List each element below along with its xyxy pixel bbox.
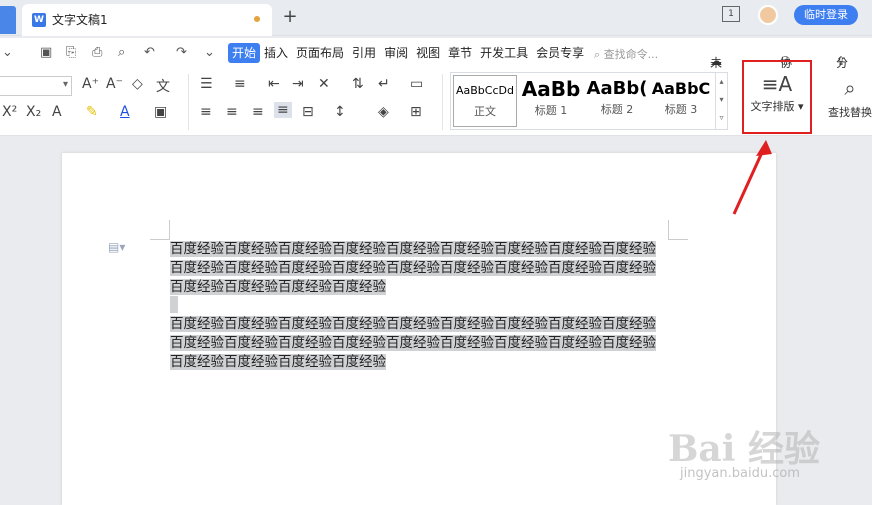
styles-scroll[interactable]: ▴ ▾ ▿ xyxy=(715,73,727,129)
save-icon[interactable]: ▣ xyxy=(40,45,52,60)
tab-bar: W 文字文稿1 + 1 临时登录 xyxy=(0,0,872,36)
tab-page-layout[interactable]: 页面布局 xyxy=(292,43,348,63)
chinese-layout-icon[interactable]: ✕ xyxy=(318,76,330,92)
print-icon[interactable]: ⎙ xyxy=(92,45,102,60)
style-label: 标题 2 xyxy=(600,103,634,116)
selected-text: 百度经验百度经验百度经验百度经验百度经验百度经验百度经验百度经验百度经验百度经验… xyxy=(170,241,656,295)
distribute-icon[interactable]: ⊟ xyxy=(302,104,314,120)
writer-doc-icon: W xyxy=(32,13,46,27)
style-heading-1[interactable]: AaBb 标题 1 xyxy=(519,75,583,127)
tab-references[interactable]: 引用 xyxy=(348,43,380,63)
command-search[interactable]: ⌕ 查找命令... xyxy=(594,46,658,62)
bullet-list-icon[interactable]: ☰ xyxy=(200,76,213,92)
justify-icon[interactable]: ≡ xyxy=(274,102,292,118)
tab-review[interactable]: 审阅 xyxy=(380,43,412,63)
line-spacing-icon[interactable]: ↕ xyxy=(334,104,346,120)
highlight-icon[interactable]: ✎ xyxy=(86,104,98,120)
tab-view[interactable]: 视图 xyxy=(412,43,444,63)
align-left-icon[interactable]: ≡ xyxy=(200,104,212,120)
export-icon[interactable]: ⎘ xyxy=(66,45,76,60)
style-label: 标题 1 xyxy=(534,104,568,117)
find-replace-button[interactable]: ⌕ 查找替换 xyxy=(820,76,872,120)
dropdown-chevron-icon[interactable]: ⌄ xyxy=(2,45,13,60)
shading-icon[interactable]: ◈ xyxy=(378,104,389,120)
margin-corner-mark xyxy=(169,220,170,240)
new-tab-button[interactable]: + xyxy=(280,6,300,27)
ribbon-toolbar: A⁺ A⁻ ◇ 文 X² X₂ A ✎ A ▣ ☰ ≡ ⇤ ⇥ ✕ ⇅ ↵ ▭ … xyxy=(0,60,872,136)
undo-icon[interactable]: ↶ xyxy=(144,45,155,60)
magnifier-icon: ⌕ xyxy=(844,76,856,100)
ribbon-divider xyxy=(442,74,443,130)
tab-home[interactable]: 开始 xyxy=(228,43,261,63)
style-sample: AaBb xyxy=(521,77,581,101)
style-heading-2[interactable]: AaBb( 标题 2 xyxy=(585,75,649,127)
document-paragraph[interactable]: 百度经验百度经验百度经验百度经验百度经验百度经验百度经验百度经验百度经验百度经验… xyxy=(170,315,668,372)
outdent-icon[interactable]: ⇤ xyxy=(268,76,280,92)
selected-text: 百度经验百度经验百度经验百度经验百度经验百度经验百度经验百度经验百度经验百度经验… xyxy=(170,316,656,370)
superscript-icon[interactable]: X² xyxy=(2,104,17,120)
text-layout-button[interactable]: ≡A 文字排版 ▾ xyxy=(742,60,812,134)
style-label: 正文 xyxy=(474,105,496,118)
tab-section[interactable]: 章节 xyxy=(444,43,476,63)
margin-corner-mark xyxy=(150,239,170,240)
styles-gallery: AaBbCcDd 正文 AaBb 标题 1 AaBb( 标题 2 AaBbC 标… xyxy=(450,72,728,130)
document-paragraph[interactable]: 百度经验百度经验百度经验百度经验百度经验百度经验百度经验百度经验百度经验百度经验… xyxy=(170,240,668,297)
document-tab[interactable]: W 文字文稿1 xyxy=(22,4,272,36)
align-right-icon[interactable]: ≡ xyxy=(252,104,264,120)
style-normal[interactable]: AaBbCcDd 正文 xyxy=(453,75,517,127)
document-tab-title: 文字文稿1 xyxy=(52,13,108,27)
text-effect-icon[interactable]: A xyxy=(52,104,62,120)
style-sample: AaBbC xyxy=(651,79,711,98)
page-count-icon[interactable]: 1 xyxy=(722,6,740,22)
phonetic-icon[interactable]: 文 xyxy=(156,76,170,96)
temp-login-button[interactable]: 临时登录 xyxy=(794,5,858,25)
style-sample: AaBbCcDd xyxy=(456,84,514,97)
font-size-select[interactable] xyxy=(0,76,72,96)
tab-insert[interactable]: 插入 xyxy=(260,43,292,63)
print-preview-icon[interactable]: ⌕ xyxy=(118,45,125,60)
chevron-down-icon: ▾ xyxy=(794,100,804,113)
ruler-icon[interactable]: ▭ xyxy=(410,76,423,92)
user-avatar[interactable] xyxy=(758,5,778,25)
style-sample: AaBb( xyxy=(586,78,648,99)
margin-corner-mark xyxy=(668,239,688,240)
redo-icon[interactable]: ↷ xyxy=(176,45,187,60)
sort-icon[interactable]: ⇅ xyxy=(352,76,364,92)
home-tab-accent[interactable] xyxy=(0,6,16,34)
subscript-icon[interactable]: X₂ xyxy=(26,104,41,120)
char-border-icon[interactable]: ▣ xyxy=(154,104,167,120)
clear-format-icon[interactable]: ◇ xyxy=(132,76,143,92)
font-color-icon[interactable]: A xyxy=(120,104,130,120)
watermark-url: jingyan.baidu.com xyxy=(680,466,800,481)
unsaved-indicator-icon xyxy=(254,16,260,22)
indent-icon[interactable]: ⇥ xyxy=(292,76,304,92)
ribbon-divider xyxy=(188,74,189,130)
style-heading-3[interactable]: AaBbC 标题 3 xyxy=(649,75,713,127)
search-icon: ⌕ xyxy=(594,48,604,61)
more-chevron-icon[interactable]: ⌄ xyxy=(204,45,215,60)
command-search-placeholder: 查找命令... xyxy=(603,48,659,61)
grow-font-icon[interactable]: A⁺ xyxy=(82,76,99,92)
numbered-list-icon[interactable]: ≡ xyxy=(234,76,246,92)
borders-icon[interactable]: ⊞ xyxy=(410,104,422,120)
margin-corner-mark xyxy=(668,220,669,240)
annotation-arrow xyxy=(732,140,772,215)
paragraph-handle-icon[interactable]: ▤▾ xyxy=(108,240,125,254)
tab-developer[interactable]: 开发工具 xyxy=(476,43,532,63)
shrink-font-icon[interactable]: A⁻ xyxy=(106,76,123,92)
tab-member[interactable]: 会员专享 xyxy=(532,43,588,63)
show-marks-icon[interactable]: ↵ xyxy=(378,76,390,92)
selected-empty-line xyxy=(170,296,178,313)
text-layout-label: 文字排版 xyxy=(750,100,795,113)
find-replace-label: 查找替换 xyxy=(828,106,872,119)
text-layout-icon: ≡A xyxy=(761,72,793,96)
watermark-logo: Bai 经验 xyxy=(668,428,820,470)
style-label: 标题 3 xyxy=(664,103,698,116)
align-center-icon[interactable]: ≡ xyxy=(226,104,238,120)
